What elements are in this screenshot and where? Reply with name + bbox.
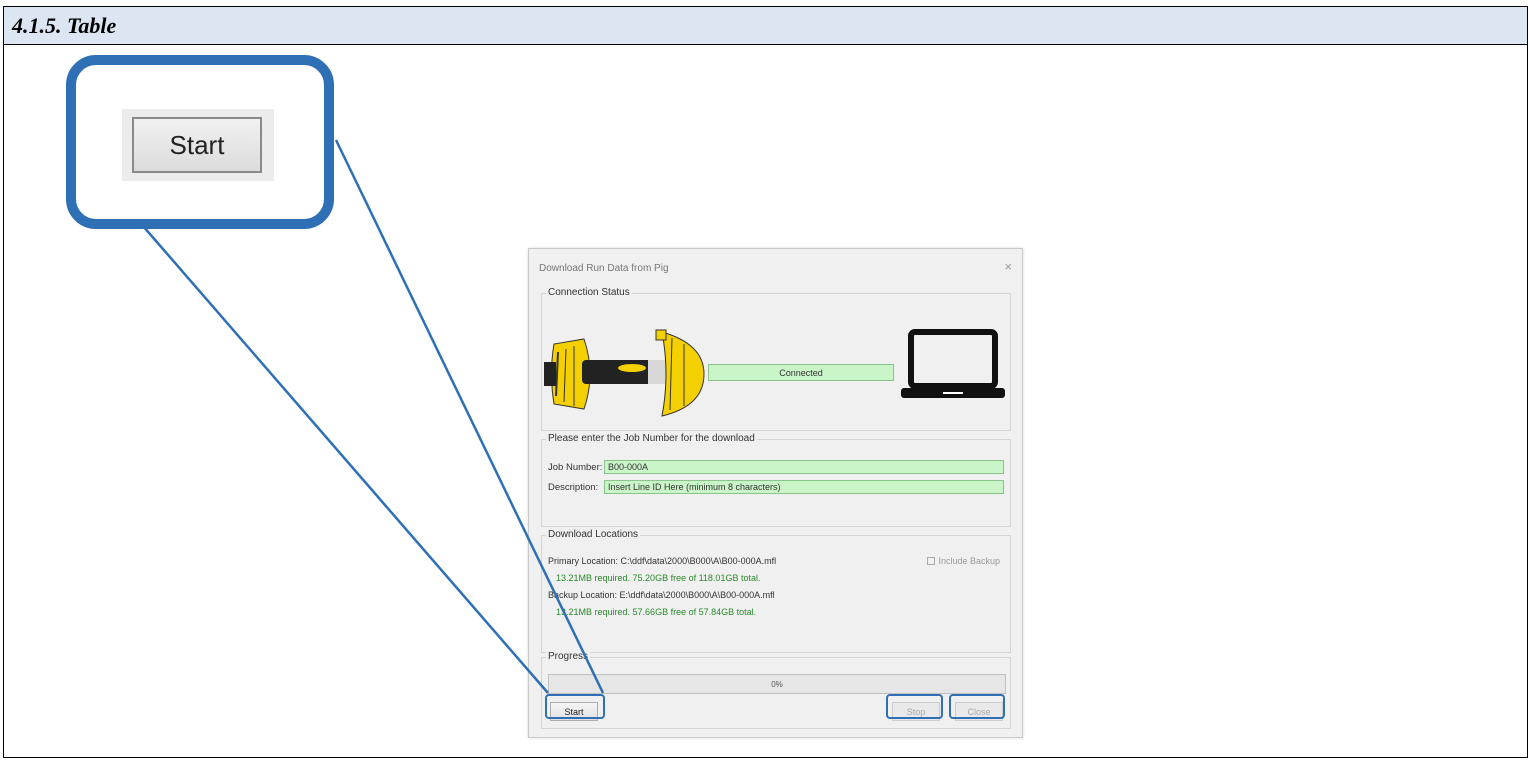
description-field[interactable]: Insert Line ID Here (minimum 8 character… xyxy=(604,480,1004,494)
laptop-icon xyxy=(901,329,1005,398)
download-locations-group: Download Locations Primary Location: C:\… xyxy=(541,529,1011,653)
description-label: Description: xyxy=(548,482,599,493)
section-title: 4.1.5. Table xyxy=(12,13,117,38)
locations-group-label: Download Locations xyxy=(546,529,641,540)
close-highlight xyxy=(949,694,1005,719)
backup-space: 13.21MB required. 57.66GB free of 57.84G… xyxy=(556,607,757,617)
progress-percent: 0% xyxy=(771,679,783,689)
primary-location: Primary Location: C:\ddf\data\2000\B000\… xyxy=(548,556,777,566)
progress-bar: 0% xyxy=(548,674,1006,694)
zoom-callout: Start xyxy=(66,55,334,229)
download-dialog: Download Run Data from Pig × Connection … xyxy=(528,248,1023,738)
dialog-title: Download Run Data from Pig xyxy=(539,263,669,274)
checkbox-icon xyxy=(927,557,936,565)
primary-space: 13.21MB required. 75.20GB free of 118.01… xyxy=(556,573,761,583)
backup-location: Backup Location: E:\ddf\data\2000\B000\A… xyxy=(548,590,775,600)
include-backup-label: Include Backup xyxy=(938,556,1000,566)
include-backup-checkbox[interactable]: Include Backup xyxy=(927,556,1000,566)
close-icon[interactable]: × xyxy=(1004,259,1012,274)
connection-status-group: Connection Status Connected xyxy=(541,287,1011,431)
job-group-label: Please enter the Job Number for the down… xyxy=(546,433,757,444)
job-number-field[interactable]: B00-000A xyxy=(604,460,1004,474)
connection-status-field: Connected xyxy=(708,364,894,381)
pig-device-icon xyxy=(544,329,705,417)
section-header: 4.1.5. Table xyxy=(4,7,1527,45)
connection-group-label: Connection Status xyxy=(546,287,632,298)
zoom-start-button[interactable]: Start xyxy=(132,117,262,173)
stop-highlight xyxy=(886,694,943,719)
job-number-group: Please enter the Job Number for the down… xyxy=(541,433,1011,527)
start-highlight xyxy=(545,694,605,719)
job-number-label: Job Number: xyxy=(548,462,603,473)
progress-group-label: Progress xyxy=(546,651,591,662)
